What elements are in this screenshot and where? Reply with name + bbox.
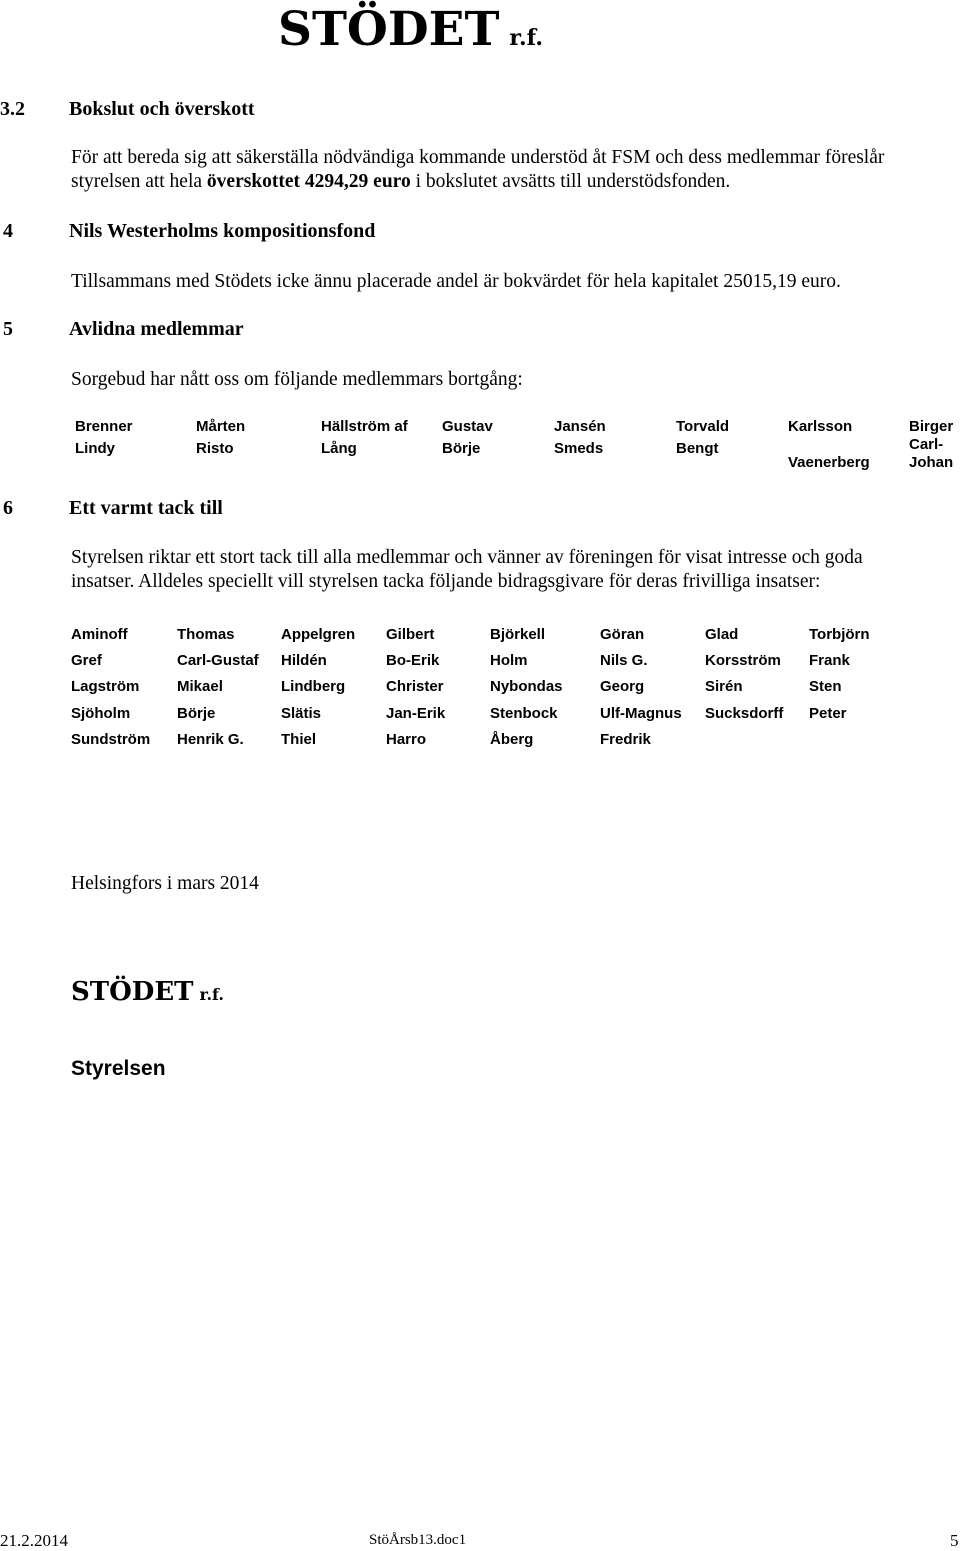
donor-given-name: Mikael <box>177 678 223 696</box>
section-number: 6 <box>3 497 13 519</box>
place-date: Helsingfors i mars 2014 <box>71 873 259 894</box>
footer-filename: StöÅrsb13.doc1 <box>369 1532 467 1548</box>
section-4-paragraph: Tillsammans med Stödets icke ännu placer… <box>71 271 841 292</box>
paragraph-line: styrelsen att hela överskottet 4294,29 e… <box>71 170 884 194</box>
deceased-surname: Mårten <box>196 418 246 435</box>
donor-given-name: Nils G. <box>600 652 648 670</box>
signature-org-suffix: r.f. <box>199 985 224 1004</box>
section-heading-3-2: 3.2 Bokslut och överskott <box>0 98 600 124</box>
donor-given-name: Ulf-Magnus <box>600 704 682 722</box>
donor-given-name: Bo-Erik <box>386 652 440 670</box>
paragraph-line: insatser. Alldeles speciellt vill styrel… <box>71 571 821 592</box>
deceased-given: Lindy <box>75 440 115 457</box>
donor-given-name: Harro <box>386 730 427 748</box>
section-title: Ett varmt tack till <box>69 497 223 519</box>
signature-org: STÖDET r.f. <box>71 977 224 1007</box>
section-title: Nils Westerholms kompositionsfond <box>69 220 376 242</box>
donor-surname: Åberg <box>490 730 534 748</box>
donor-surname: Slätis <box>281 704 322 722</box>
deceased-given: Carl- <box>909 436 944 453</box>
donor-surname: Holm <box>490 652 528 670</box>
donor-given-name: Henrik G. <box>177 730 244 748</box>
deceased-surname: Gustav <box>442 418 493 435</box>
donor-surname: Thiel <box>281 730 317 748</box>
section-heading-4: 4 Nils Westerholms kompositionsfond <box>0 220 600 246</box>
donor-surname: Stenbock <box>490 704 558 722</box>
donor-given-name: Fredrik <box>600 730 651 748</box>
text-run: i bokslutet avsätts till understödsfonde… <box>410 171 731 192</box>
donor-given-name: Jan-Erik <box>386 704 446 722</box>
donor-given-name: Georg <box>600 678 645 696</box>
donor-surname: Gref <box>71 652 102 670</box>
donor-table: Aminoff Thomas Appelgren Gilbert Björkell Gör… <box>0 626 960 756</box>
donor-surname: Lindberg <box>281 678 346 696</box>
donor-given-name: Göran <box>600 626 645 643</box>
paragraph-line: Styrelsen riktar ett stort tack till all… <box>71 547 863 568</box>
deceased-given: Vaenerberg <box>788 454 870 471</box>
donor-given-name: Carl-Gustaf <box>177 652 259 670</box>
donor-given-name: Frank <box>809 652 850 670</box>
donor-given-name: Gilbert <box>386 626 435 643</box>
section-number: 3.2 <box>0 98 25 120</box>
deceased-surname: Hällström af <box>321 418 408 435</box>
deceased-given: Smeds <box>554 440 604 457</box>
deceased-surname: Jansén <box>554 418 606 435</box>
section-heading-5: 5 Avlidna medlemmar <box>0 318 600 344</box>
deceased-surname: Birger <box>909 418 954 435</box>
deceased-surname: Brenner <box>75 418 133 435</box>
donor-given-name: Thomas <box>177 626 235 643</box>
donor-given-name: Sten <box>809 678 842 696</box>
deceased-given-cont: Johan <box>909 454 954 471</box>
logo-suffix: r.f. <box>509 25 543 51</box>
donor-surname: Appelgren <box>281 626 356 643</box>
donor-surname: Hildén <box>281 652 327 670</box>
signature-org-main: STÖDET <box>71 977 194 1007</box>
deceased-surname: Karlsson <box>788 418 853 435</box>
donor-given-name: Börje <box>177 704 216 722</box>
org-logo: STÖDET r.f. <box>278 2 543 57</box>
text-run: styrelsen att hela <box>71 171 207 192</box>
section-title: Bokslut och överskott <box>69 98 255 120</box>
donor-surname: Sucksdorff <box>705 704 784 722</box>
donor-surname: Sundström <box>71 730 151 748</box>
section-number: 4 <box>3 220 13 242</box>
donor-surname: Björkell <box>490 626 546 643</box>
footer-date: 21.2.2014 <box>0 1531 68 1550</box>
deceased-given: Risto <box>196 440 234 457</box>
section-number: 5 <box>3 318 13 340</box>
footer-page-number: 5 <box>950 1531 959 1550</box>
donor-surname: Glad <box>705 626 739 643</box>
donor-surname: Sirén <box>705 678 743 696</box>
section-5-paragraph: Sorgebud har nått oss om följande medlem… <box>71 369 523 390</box>
deceased-given: Bengt <box>676 440 719 457</box>
logo-main: STÖDET <box>278 2 500 57</box>
paragraph-line: För att bereda sig att säkerställa nödvä… <box>71 147 885 168</box>
surplus-amount: överskottet 4294,29 euro <box>206 171 411 192</box>
donor-surname: Lagström <box>71 678 140 696</box>
donor-given-name: Christer <box>386 678 444 696</box>
donor-given-name: Torbjörn <box>809 626 870 643</box>
signature-board: Styrelsen <box>71 1057 166 1080</box>
donor-surname: Sjöholm <box>71 704 131 722</box>
section-3-2-paragraph: För att bereda sig att säkerställa nödvä… <box>71 146 884 194</box>
donor-given-name: Peter <box>809 704 847 722</box>
donor-surname: Nybondas <box>490 678 563 696</box>
section-heading-6: 6 Ett varmt tack till <box>0 497 600 523</box>
donor-surname: Korsström <box>705 652 781 670</box>
section-6-paragraph: Styrelsen riktar ett stort tack till all… <box>71 546 863 594</box>
donor-surname: Aminoff <box>71 626 128 643</box>
deceased-given: Börje <box>442 440 481 457</box>
deceased-list: Brenner Lindy Mårten Risto Hällström af … <box>0 418 960 478</box>
section-title: Avlidna medlemmar <box>69 318 244 340</box>
deceased-given: Lång <box>321 440 357 457</box>
deceased-surname: Torvald <box>676 418 730 435</box>
